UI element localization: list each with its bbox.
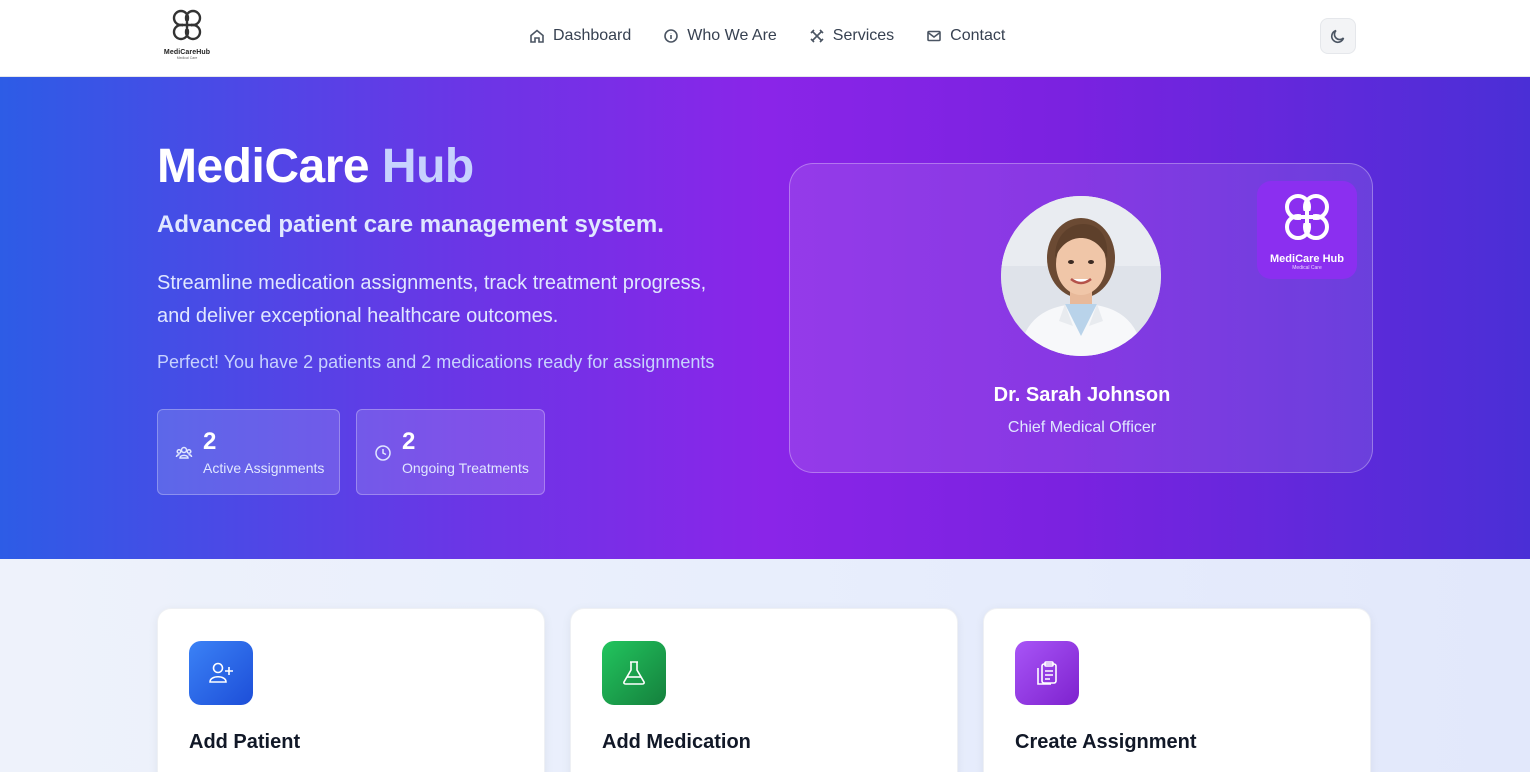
- create-assignment-card[interactable]: Create Assignment: [983, 608, 1371, 772]
- action-icon-box: [1015, 641, 1079, 705]
- nav-who-we-are-label: Who We Are: [687, 27, 777, 44]
- doctor-portrait: [1001, 196, 1161, 356]
- stat-value: 2: [203, 428, 217, 455]
- nav-services-label: Services: [832, 27, 895, 44]
- home-icon: [530, 29, 544, 43]
- theme-toggle-button[interactable]: [1320, 18, 1356, 54]
- clipboard-icon: [1037, 661, 1057, 685]
- action-icon-box: [602, 641, 666, 705]
- hero-description: Streamline medication assignments, track…: [157, 272, 707, 327]
- quick-actions-section: Add Patient Add Medication Create Assign…: [0, 559, 1530, 772]
- add-medication-card[interactable]: Add Medication: [570, 608, 958, 772]
- brand-logo[interactable]: MediCareHub Medical Care: [161, 6, 213, 66]
- stethoscope-icon: [172, 9, 202, 41]
- add-patient-card[interactable]: Add Patient: [157, 608, 545, 772]
- stat-label: Active Assignments: [203, 460, 325, 476]
- doctor-profile-card: Dr. Sarah Johnson Chief Medical Officer …: [789, 163, 1373, 473]
- nav-dashboard[interactable]: Dashboard: [529, 27, 631, 45]
- stat-card-ongoing-treatments: 2 Ongoing Treatments: [356, 409, 545, 495]
- users-icon: [175, 446, 193, 459]
- action-icon-box: [189, 641, 253, 705]
- badge-name: MediCare Hub: [1270, 253, 1344, 265]
- action-title: Add Medication: [602, 731, 751, 753]
- doctor-role: Chief Medical Officer: [1007, 419, 1157, 436]
- hero-subtitle: Advanced patient care management system.: [157, 211, 664, 238]
- nav-who-we-are[interactable]: Who We Are: [663, 27, 777, 45]
- mail-icon: [927, 30, 941, 42]
- logo-tagline: Medical Care: [176, 56, 198, 60]
- hero-title-main: MediCare: [157, 140, 370, 193]
- action-title: Create Assignment: [1015, 731, 1197, 753]
- logo-name: MediCareHub: [163, 49, 211, 56]
- stat-label: Ongoing Treatments: [402, 460, 529, 476]
- doctor-avatar: [1001, 196, 1161, 356]
- medicare-badge-logo: MediCare Hub Medical Care: [1257, 181, 1357, 279]
- stat-card-active-assignments: 2 Active Assignments: [157, 409, 340, 495]
- nav-contact[interactable]: Contact: [926, 27, 1005, 45]
- top-navbar: MediCareHub Medical Care Dashboard Who W…: [0, 0, 1530, 77]
- hero-status-text: Perfect! You have 2 patients and 2 medic…: [157, 352, 715, 372]
- hero-title-accent: Hub: [381, 140, 474, 193]
- badge-tagline: Medical Care: [1292, 265, 1322, 271]
- hero-section: MediCare Hub Advanced patient care manag…: [0, 77, 1530, 559]
- action-title: Add Patient: [189, 731, 301, 753]
- info-icon: [664, 29, 679, 43]
- tools-icon: [810, 29, 824, 43]
- nav-services[interactable]: Services: [809, 27, 894, 45]
- hero-title: MediCare Hub: [157, 139, 474, 194]
- main-nav: Dashboard Who We Are Services Contact: [529, 24, 1037, 48]
- flask-icon: [623, 661, 645, 685]
- stat-value: 2: [402, 428, 416, 455]
- moon-icon: [1330, 29, 1345, 44]
- user-plus-icon: [209, 662, 233, 683]
- nav-dashboard-label: Dashboard: [553, 27, 632, 44]
- doctor-name: Dr. Sarah Johnson: [993, 384, 1171, 406]
- nav-contact-label: Contact: [950, 27, 1006, 44]
- clock-icon: [375, 445, 391, 461]
- stethoscope-icon: [1285, 194, 1329, 240]
